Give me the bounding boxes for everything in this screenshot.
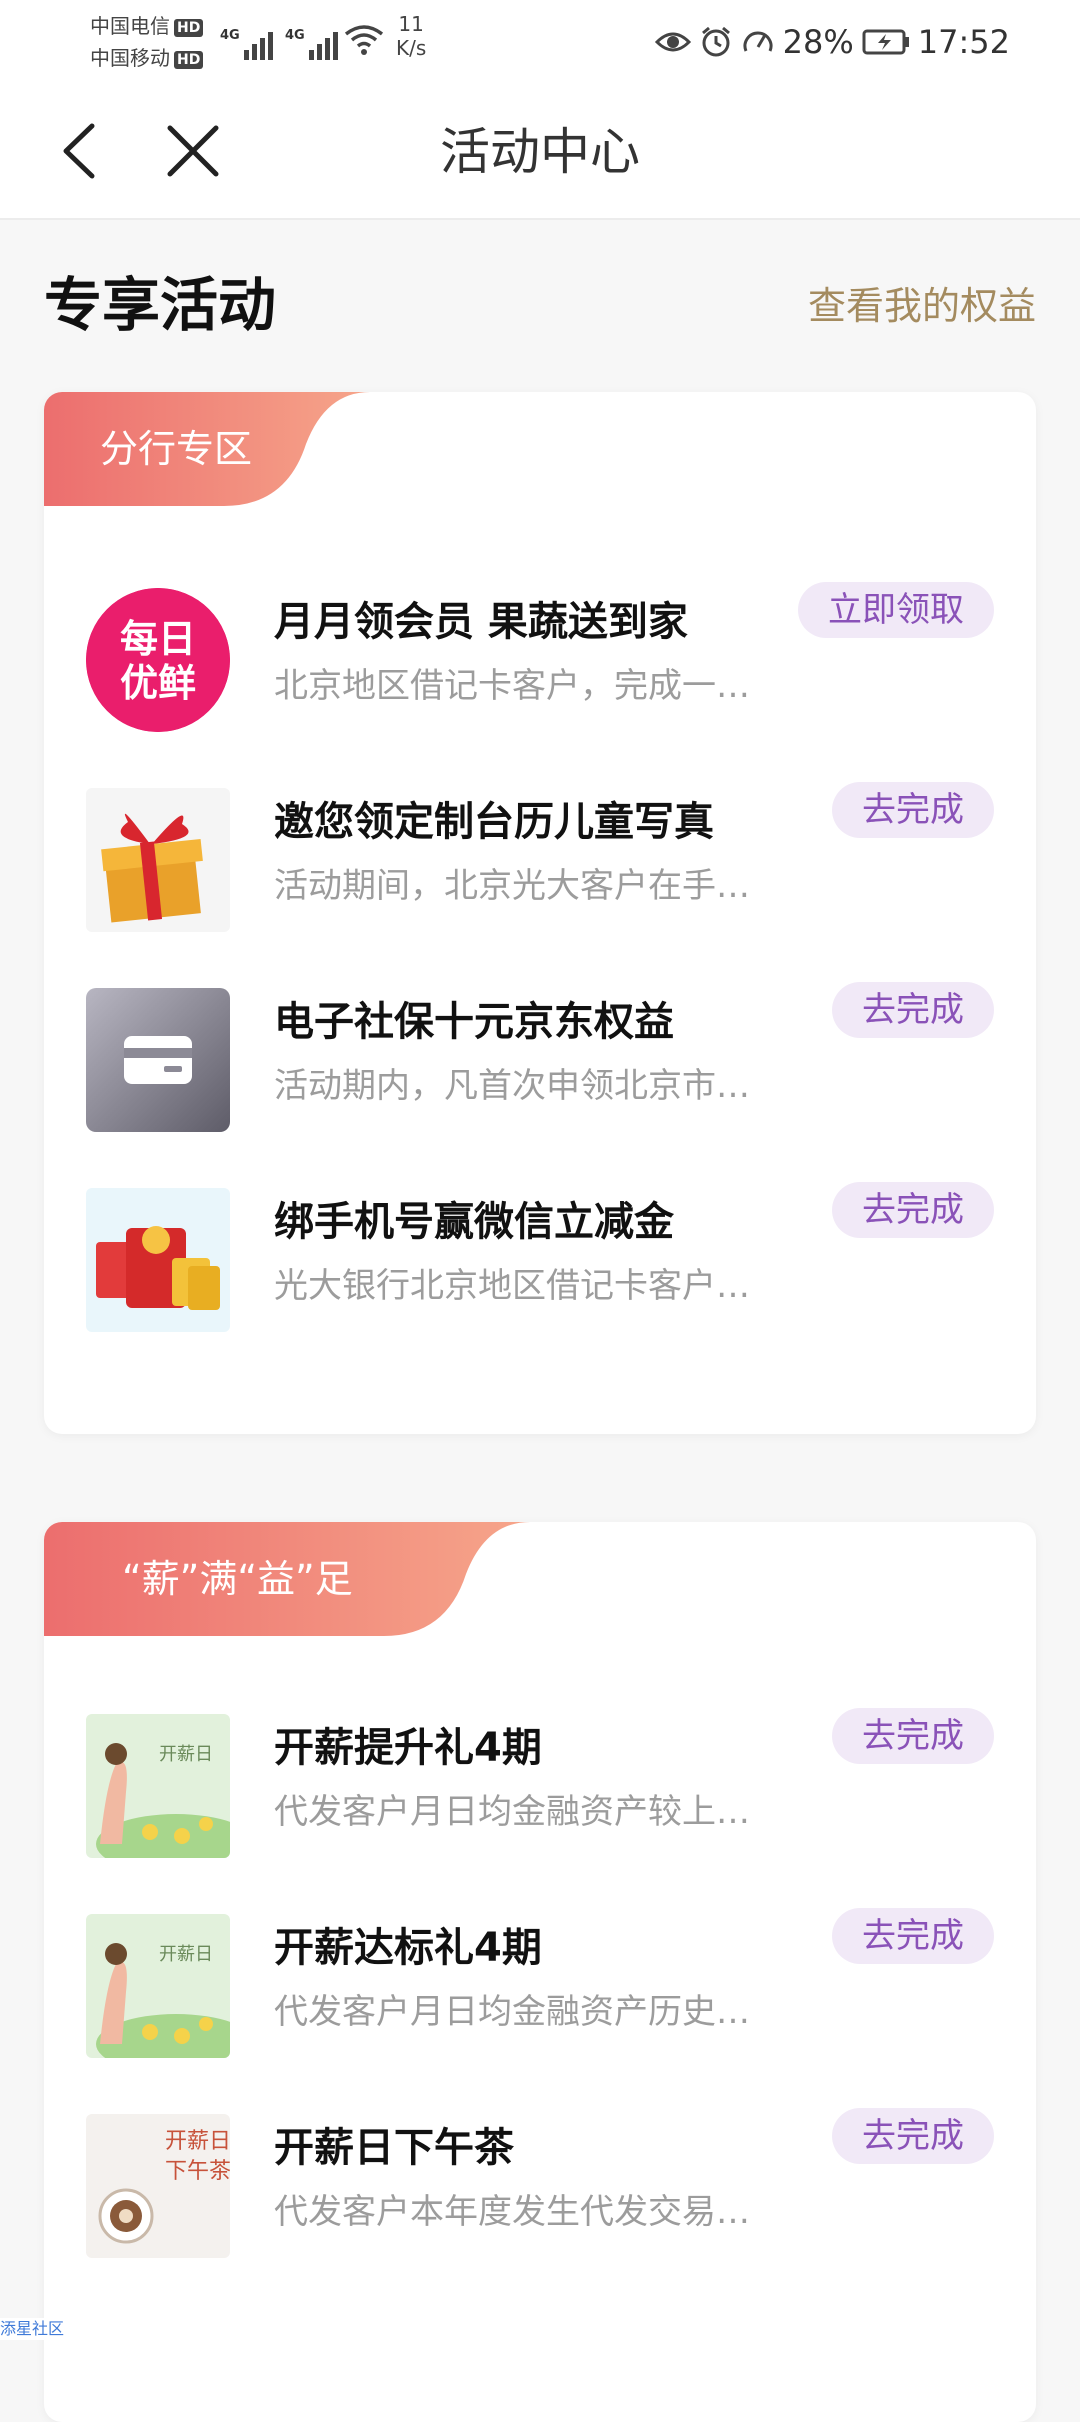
list-item[interactable]: 开薪日 开薪达标礼4期 代发客户月日均金融资产历史… 去完成 [86, 1908, 994, 2058]
section-title: 专享活动 [44, 271, 277, 339]
network-speed: 11 K/s [396, 12, 427, 60]
signal-icon: 4G [220, 28, 273, 60]
item-desc: 北京地区借记卡客户，完成一… [274, 666, 750, 706]
svg-text:开薪日: 开薪日 [165, 2129, 230, 2154]
view-my-rights-link[interactable]: 查看我的权益 [808, 280, 1036, 332]
claim-now-button[interactable]: 立即领取 [798, 582, 994, 638]
svg-text:开薪日: 开薪日 [159, 1944, 213, 1965]
item-title: 邀您领定制台历儿童写真 [274, 799, 714, 845]
carrier-info: 中国电信 HD 中国移动 HD [90, 10, 204, 74]
afternoon-tea-image: 开薪日 下午茶 [86, 2114, 230, 2258]
list-item[interactable]: 开薪日 开薪提升礼4期 代发客户月日均金融资产较上… 去完成 [86, 1708, 994, 1858]
go-complete-button[interactable]: 去完成 [832, 982, 994, 1038]
carrier-2: 中国移动 [90, 46, 170, 70]
payday-image: 开薪日 [86, 1914, 230, 2058]
item-title: 开薪达标礼4期 [274, 1925, 542, 1971]
item-title: 月月领会员 果蔬送到家 [274, 599, 688, 645]
svg-text:开薪日: 开薪日 [159, 1744, 213, 1765]
clock: 17:52 [917, 23, 1010, 61]
signal-icon: 4G [285, 28, 338, 60]
nav-bar: 活动中心 [0, 84, 1080, 220]
status-bar: 中国电信 HD 中国移动 HD 4G 4G 11 K/s 28% 17:52 [0, 0, 1080, 84]
go-complete-button[interactable]: 去完成 [832, 782, 994, 838]
go-complete-button[interactable]: 去完成 [832, 1182, 994, 1238]
svg-text:优鲜: 优鲜 [120, 661, 196, 705]
list-item[interactable]: 电子社保十元京东权益 活动期内，凡首次申领北京市… 去完成 [86, 982, 994, 1132]
community-link[interactable]: 添星社区 [0, 2318, 65, 2340]
item-desc: 代发客户月日均金融资产历史… [274, 1992, 750, 2032]
missfresh-logo: 每日 优鲜 [86, 588, 230, 732]
item-title: 开薪日下午茶 [274, 2125, 514, 2171]
item-desc: 活动期内，凡首次申领北京市… [274, 1066, 750, 1106]
list-item[interactable]: 每日 优鲜 月月领会员 果蔬送到家 北京地区借记卡客户，完成一… 立即领取 [86, 582, 994, 732]
red-envelope-image [86, 1188, 230, 1332]
item-title: 电子社保十元京东权益 [274, 999, 674, 1045]
alarm-icon [701, 26, 730, 57]
item-desc: 活动期间，北京光大客户在手… [274, 866, 750, 906]
item-desc: 光大银行北京地区借记卡客户… [274, 1266, 750, 1306]
branch-zone-card: 分行专区 每日 优鲜 月月领会员 果蔬送到家 北京地区借记卡客户，完成一… 立即… [44, 392, 1036, 1434]
status-right: 28% 17:52 [654, 18, 1010, 66]
speed-icon [743, 31, 773, 52]
list-item[interactable]: 邀您领定制台历儿童写真 活动期间，北京光大客户在手… 去完成 [86, 782, 994, 932]
item-title: 绑手机号赢微信立减金 [274, 1199, 674, 1245]
carrier-1: 中国电信 [90, 14, 170, 38]
gift-box-image [86, 788, 230, 932]
card-icon [86, 988, 230, 1132]
payday-image: 开薪日 [86, 1714, 230, 1858]
hd-badge: HD [174, 50, 204, 69]
go-complete-button[interactable]: 去完成 [832, 1708, 994, 1764]
list-item[interactable]: 开薪日 下午茶 开薪日下午茶 代发客户本年度发生代发交易… 去完成 [86, 2108, 994, 2258]
card-tag: “薪”满“益”足 [44, 1522, 534, 1636]
go-complete-button[interactable]: 去完成 [832, 1908, 994, 1964]
signal-icons: 4G 4G [220, 20, 338, 60]
wifi-icon [344, 25, 384, 55]
item-desc: 代发客户本年度发生代发交易… [274, 2192, 750, 2232]
svg-text:每日: 每日 [120, 617, 196, 661]
hd-badge: HD [174, 18, 204, 37]
item-desc: 代发客户月日均金融资产较上… [274, 1792, 750, 1832]
eye-icon [654, 32, 691, 52]
page-title: 活动中心 [440, 123, 640, 181]
battery-icon [862, 29, 909, 55]
go-complete-button[interactable]: 去完成 [832, 2108, 994, 2164]
list-item[interactable]: 绑手机号赢微信立减金 光大银行北京地区借记卡客户… 去完成 [86, 1182, 994, 1332]
card-tag: 分行专区 [44, 392, 374, 506]
svg-text:下午茶: 下午茶 [165, 2159, 230, 2184]
salary-benefits-card: “薪”满“益”足 开薪日 开薪提升礼4期 代发客户月日均金融资产较上… 去完成 … [44, 1522, 1036, 2422]
battery-percent: 28% [782, 23, 854, 61]
item-title: 开薪提升礼4期 [274, 1725, 542, 1771]
